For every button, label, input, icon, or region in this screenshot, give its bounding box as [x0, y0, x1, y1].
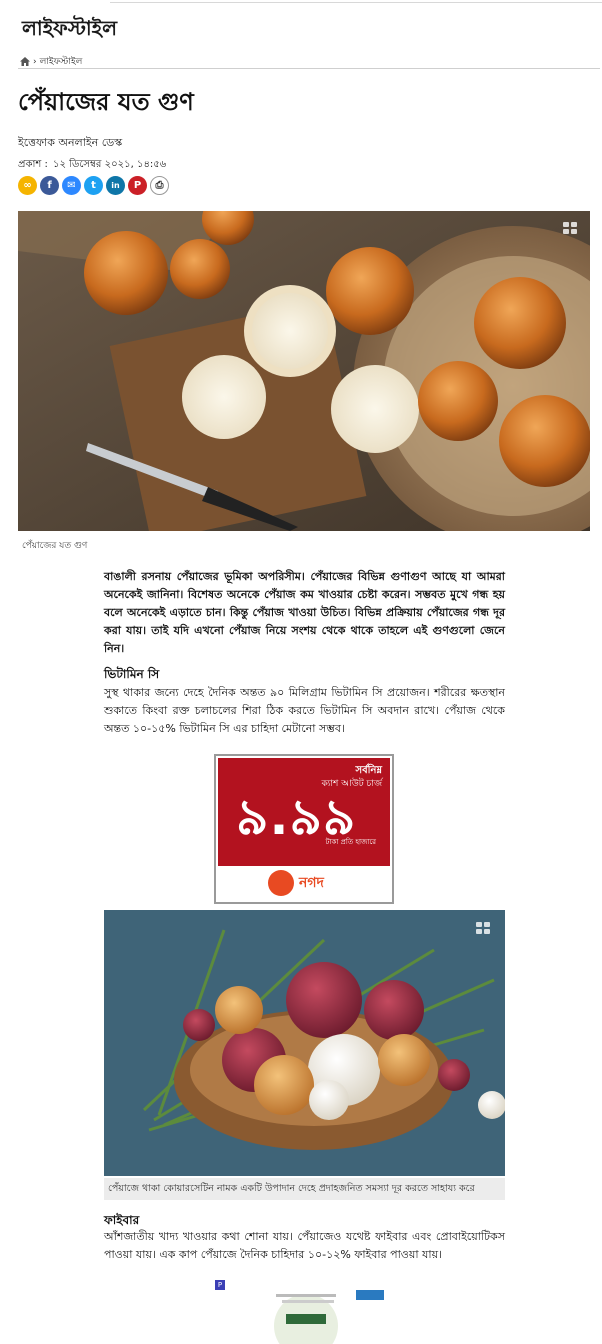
pinterest-icon[interactable]: P — [128, 176, 147, 195]
twitter-icon[interactable]: t — [84, 176, 103, 195]
breadcrumb-divider — [18, 68, 600, 69]
nagad-ad[interactable]: সর্বনিম্ন ক্যাশ আউট চার্জ ৯.৯৯ টাকা প্রত… — [214, 754, 394, 904]
breadcrumb-current[interactable]: লাইফস্টাইল — [40, 54, 83, 69]
ad-choices-icon[interactable]: P — [215, 1280, 225, 1290]
hero-caption: পেঁয়াজের যত গুণ — [22, 541, 88, 551]
onion-bowl-image[interactable] — [104, 910, 505, 1176]
ad-banner: সর্বনিম্ন ক্যাশ আউট চার্জ ৯.৯৯ টাকা প্রত… — [218, 758, 390, 866]
onions-photo — [18, 211, 590, 531]
article-byline: ইত্তেফাক অনলাইন ডেস্ক — [18, 136, 123, 149]
ad-line3: টাকা প্রতি হাজারে — [325, 838, 376, 846]
hero-image[interactable] — [18, 211, 590, 531]
publish-date-label: প্রকাশ : — [18, 159, 48, 170]
link-icon[interactable]: ∞ — [18, 176, 37, 195]
bottom-ad[interactable] — [236, 1286, 390, 1344]
article-lead: বাঙালী রসনায় পেঁয়াজের ভূমিকা অপরিসীম। … — [104, 570, 505, 655]
section-heading-vitamin-c: ভিটামিন সি — [104, 667, 160, 681]
nagad-logo: নগদ — [268, 870, 324, 896]
section-title[interactable]: লাইফস্টাইল — [22, 14, 117, 47]
onion-bowl-photo — [104, 910, 505, 1176]
nagad-brand: নগদ — [299, 875, 324, 891]
top-rule — [110, 0, 602, 3]
publish-date: প্রকাশ : ১২ ডিসেম্বর ২০২১, ১৪:৫৬ — [18, 157, 166, 174]
publish-date-value: ১২ ডিসেম্বর ২০২১, ১৪:৫৬ — [53, 159, 167, 170]
article-title: পেঁয়াজের যত গুণ — [18, 88, 194, 116]
nagad-logo-icon — [268, 870, 294, 896]
facebook-icon[interactable]: f — [40, 176, 59, 195]
gallery-icon[interactable] — [563, 222, 577, 234]
breadcrumb: › লাইফস্টাইল — [20, 54, 82, 69]
section-text-vitamin-c: সুস্থ থাকার জন্যে দেহে দৈনিক অন্তত ৯০ মি… — [104, 686, 505, 735]
messenger-icon[interactable]: ✉ — [62, 176, 81, 195]
ad-price: ৯.৯৯ — [236, 788, 357, 846]
linkedin-icon[interactable]: in — [106, 176, 125, 195]
section-text-fiber: আঁশজাতীয় খাদ্য খাওয়ার কথা শোনা যায়। প… — [104, 1230, 505, 1261]
bottom-ad-art — [236, 1286, 390, 1344]
home-icon[interactable] — [20, 57, 30, 66]
print-icon[interactable]: ⎙ — [150, 176, 169, 195]
onion-bowl-caption: পেঁয়াজে থাকা কোয়ারসেটিন নামক একটি উপাদ… — [104, 1178, 505, 1200]
breadcrumb-separator: › — [33, 56, 37, 67]
gallery-icon-2[interactable] — [476, 922, 490, 934]
share-bar: ∞ f ✉ t in P ⎙ — [18, 176, 169, 195]
